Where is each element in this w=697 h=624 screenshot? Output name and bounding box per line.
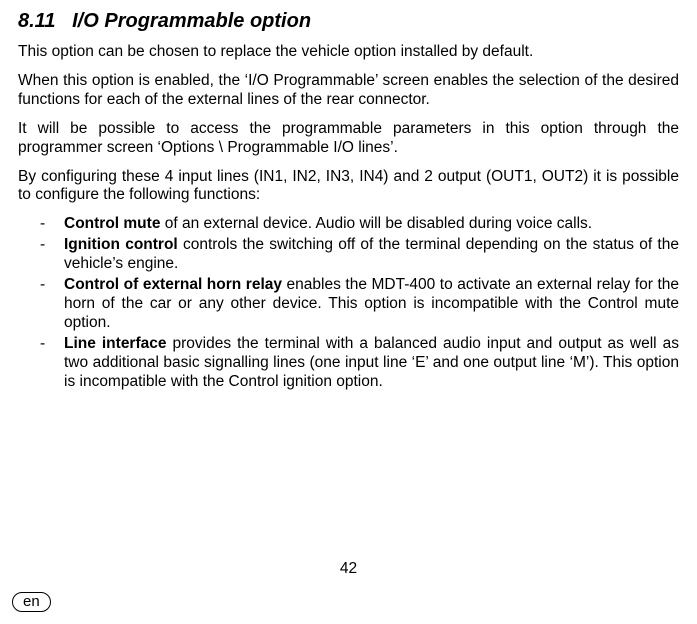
bullet-label: Ignition control [64,236,178,253]
section-title: I/O Programmable option [72,10,311,32]
list-item: -Ignition control controls the switching… [18,236,679,274]
paragraph: This option can be chosen to replace the… [18,43,679,62]
document-page: 8.11 I/O Programmable option This option… [0,0,697,624]
section-number: 8.11 [18,10,55,32]
language-pill: en [12,592,51,612]
list-item: -Control mute of an external device. Aud… [18,215,679,234]
dash-icon: - [40,236,64,255]
dash-icon: - [40,215,64,234]
bullet-label: Control of external horn relay [64,276,282,293]
section-heading: 8.11 I/O Programmable option [18,10,679,33]
paragraph: By configuring these 4 input lines (IN1,… [18,168,679,206]
dash-icon: - [40,276,64,295]
bullet-label: Control mute [64,215,160,232]
paragraph: It will be possible to access the progra… [18,120,679,158]
paragraph: When this option is enabled, the ‘I/O Pr… [18,72,679,110]
bullet-list: -Control mute of an external device. Aud… [18,215,679,391]
bullet-label: Line interface [64,335,167,352]
list-item: -Control of external horn relay enables … [18,276,679,333]
dash-icon: - [40,335,64,354]
page-number: 42 [0,560,697,578]
bullet-text: of an external device. Audio will be dis… [160,215,592,232]
list-item: -Line interface provides the terminal wi… [18,335,679,392]
